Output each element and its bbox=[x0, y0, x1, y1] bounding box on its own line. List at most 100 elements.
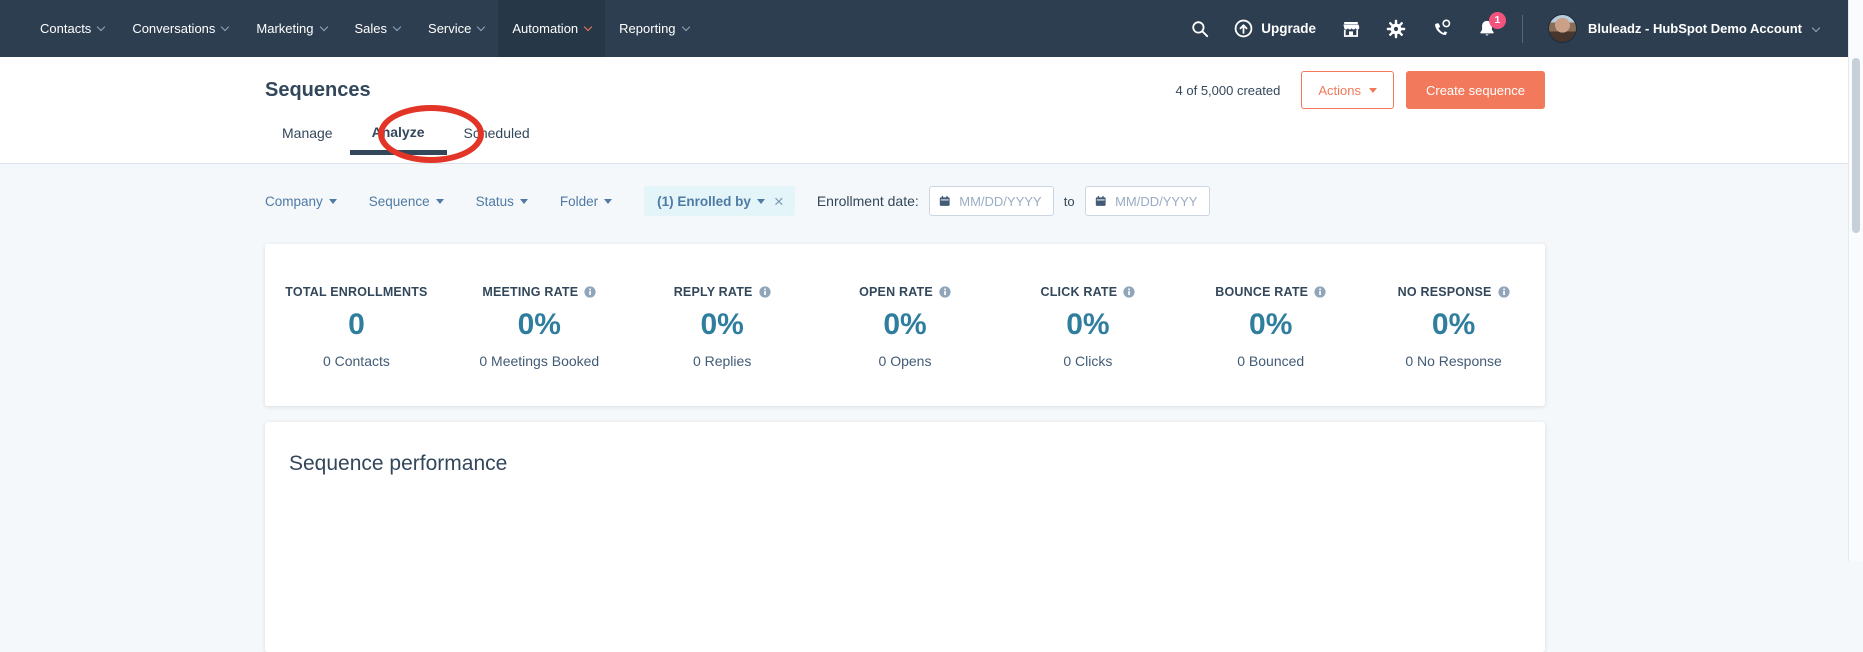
search-icon[interactable] bbox=[1191, 20, 1209, 38]
filter-label: Sequence bbox=[368, 193, 430, 209]
enrollment-date-to-field[interactable] bbox=[1084, 186, 1210, 216]
stat-title: OPEN RATE bbox=[859, 285, 933, 299]
stat-bounce-rate: BOUNCE RATE 0% 0 Bounced bbox=[1179, 285, 1362, 369]
stat-sublabel: 0 Contacts bbox=[322, 353, 390, 369]
chevron-down-icon bbox=[1811, 23, 1821, 32]
caret-down-icon bbox=[328, 199, 337, 204]
stat-sublabel: 0 Opens bbox=[878, 353, 932, 369]
stat-open-rate: OPEN RATE 0% 0 Opens bbox=[814, 285, 997, 369]
upgrade-button[interactable]: Upgrade bbox=[1234, 19, 1316, 38]
tab-manage[interactable]: Manage bbox=[265, 125, 350, 155]
analyze-content: Company Sequence Status Folder (1) Enrol… bbox=[0, 164, 1863, 652]
stat-reply-rate: REPLY RATE 0% 0 Replies bbox=[631, 285, 814, 369]
nav-item-conversations[interactable]: Conversations bbox=[118, 0, 242, 57]
settings-icon[interactable] bbox=[1386, 19, 1406, 39]
page-header: Sequences 4 of 5,000 created Actions Cre… bbox=[0, 57, 1863, 164]
enrollment-date-label: Enrollment date: bbox=[816, 193, 919, 209]
filter-folder[interactable]: Folder bbox=[559, 193, 613, 209]
marketplace-icon[interactable] bbox=[1341, 19, 1361, 39]
tab-analyze[interactable]: Analyze bbox=[349, 124, 447, 155]
upgrade-icon bbox=[1234, 19, 1253, 38]
stat-sublabel: 0 Meetings Booked bbox=[479, 353, 600, 369]
avatar bbox=[1547, 14, 1577, 43]
account-name: Bluleadz - HubSpot Demo Account bbox=[1587, 21, 1802, 36]
filter-label: Status bbox=[475, 193, 514, 209]
stat-value: 0% bbox=[1066, 308, 1110, 341]
sequence-performance-card: Sequence performance bbox=[265, 422, 1545, 652]
date-range-to-label: to bbox=[1063, 193, 1075, 209]
stat-sublabel: 0 Clicks bbox=[1063, 353, 1113, 369]
create-sequence-button[interactable]: Create sequence bbox=[1405, 71, 1545, 109]
stat-sublabel: 0 Replies bbox=[692, 353, 752, 369]
top-nav: Contacts Conversations Marketing Sales S… bbox=[0, 0, 1863, 57]
filter-label: Folder bbox=[559, 193, 599, 209]
stat-sublabel: 0 Bounced bbox=[1237, 353, 1305, 369]
nav-item-marketing[interactable]: Marketing bbox=[242, 0, 340, 57]
stat-value: 0% bbox=[883, 308, 927, 341]
enrollment-date-to-input[interactable] bbox=[1113, 192, 1200, 210]
stat-sublabel: 0 No Response bbox=[1405, 353, 1502, 369]
stat-value: 0% bbox=[517, 308, 561, 341]
nav-item-label: Reporting bbox=[619, 21, 676, 36]
filter-bar: Company Sequence Status Folder (1) Enrol… bbox=[265, 186, 1863, 216]
scrollbar[interactable] bbox=[1848, 0, 1863, 561]
caret-down-icon bbox=[604, 199, 613, 204]
nav-item-reporting[interactable]: Reporting bbox=[605, 0, 702, 57]
chevron-down-icon bbox=[477, 22, 486, 31]
calendar-icon bbox=[939, 195, 950, 206]
info-icon[interactable] bbox=[1314, 286, 1326, 298]
info-icon[interactable] bbox=[939, 286, 951, 298]
nav-item-service[interactable]: Service bbox=[414, 0, 498, 57]
calls-icon[interactable] bbox=[1431, 18, 1452, 39]
info-icon[interactable] bbox=[1497, 286, 1510, 298]
tab-scheduled[interactable]: Scheduled bbox=[447, 125, 547, 155]
filter-label: Company bbox=[265, 193, 323, 209]
stat-value: 0% bbox=[1249, 308, 1293, 341]
notifications-icon[interactable]: 1 bbox=[1477, 11, 1506, 39]
nav-right-cluster: Upgrade 1 Bluleadz - HubSpot Demo Accoun… bbox=[1191, 11, 1821, 43]
info-icon[interactable] bbox=[758, 286, 771, 298]
nav-item-label: Automation bbox=[512, 21, 579, 36]
notification-badge[interactable]: 1 bbox=[1488, 11, 1506, 29]
enrollment-date-from-input[interactable] bbox=[957, 192, 1044, 210]
nav-item-label: Sales bbox=[354, 21, 388, 36]
nav-item-sales[interactable]: Sales bbox=[341, 0, 415, 57]
remove-filter-icon[interactable]: × bbox=[774, 193, 784, 210]
stats-summary-card: TOTAL ENROLLMENTS 0 0 Contacts MEETING R… bbox=[265, 244, 1545, 406]
nav-item-label: Marketing bbox=[256, 21, 314, 36]
actions-button-label: Actions bbox=[1318, 82, 1361, 98]
scrollbar-thumb[interactable] bbox=[1852, 58, 1860, 233]
nav-menu: Contacts Conversations Marketing Sales S… bbox=[26, 0, 703, 57]
nav-item-contacts[interactable]: Contacts bbox=[26, 0, 118, 57]
nav-divider bbox=[1521, 14, 1523, 43]
actions-button[interactable]: Actions bbox=[1301, 71, 1394, 109]
stat-total-enrollments: TOTAL ENROLLMENTS 0 0 Contacts bbox=[265, 285, 448, 369]
nav-item-label: Contacts bbox=[40, 21, 92, 36]
stat-title: BOUNCE RATE bbox=[1215, 285, 1309, 299]
stat-title: NO RESPONSE bbox=[1397, 285, 1492, 299]
stat-meeting-rate: MEETING RATE 0% 0 Meetings Booked bbox=[448, 285, 631, 369]
stat-value: 0% bbox=[700, 308, 744, 341]
filter-chip-enrolled-by: (1) Enrolled by × bbox=[644, 186, 795, 216]
filter-chip-enrolled-by-dropdown[interactable]: (1) Enrolled by bbox=[657, 194, 765, 209]
filter-chip-label: (1) Enrolled by bbox=[657, 193, 751, 209]
nav-item-automation[interactable]: Automation bbox=[498, 0, 606, 57]
tab-bar: Manage Analyze Scheduled bbox=[265, 124, 1863, 155]
stat-title: TOTAL ENROLLMENTS bbox=[285, 285, 428, 299]
filter-status[interactable]: Status bbox=[476, 194, 528, 209]
chevron-down-icon bbox=[583, 22, 593, 31]
caret-down-icon bbox=[1368, 88, 1377, 93]
calendar-icon bbox=[1095, 195, 1106, 206]
info-icon[interactable] bbox=[584, 286, 596, 298]
caret-down-icon bbox=[519, 199, 528, 204]
chevron-down-icon bbox=[319, 22, 328, 31]
filter-sequence[interactable]: Sequence bbox=[369, 194, 444, 209]
info-icon[interactable] bbox=[1123, 286, 1135, 298]
caret-down-icon bbox=[435, 199, 444, 204]
upgrade-label: Upgrade bbox=[1261, 21, 1316, 36]
filter-company[interactable]: Company bbox=[265, 194, 337, 209]
account-menu[interactable]: Bluleadz - HubSpot Demo Account bbox=[1547, 14, 1821, 43]
stat-title: MEETING RATE bbox=[482, 285, 579, 299]
stat-title: REPLY RATE bbox=[673, 285, 753, 299]
enrollment-date-from-field[interactable] bbox=[928, 186, 1054, 216]
